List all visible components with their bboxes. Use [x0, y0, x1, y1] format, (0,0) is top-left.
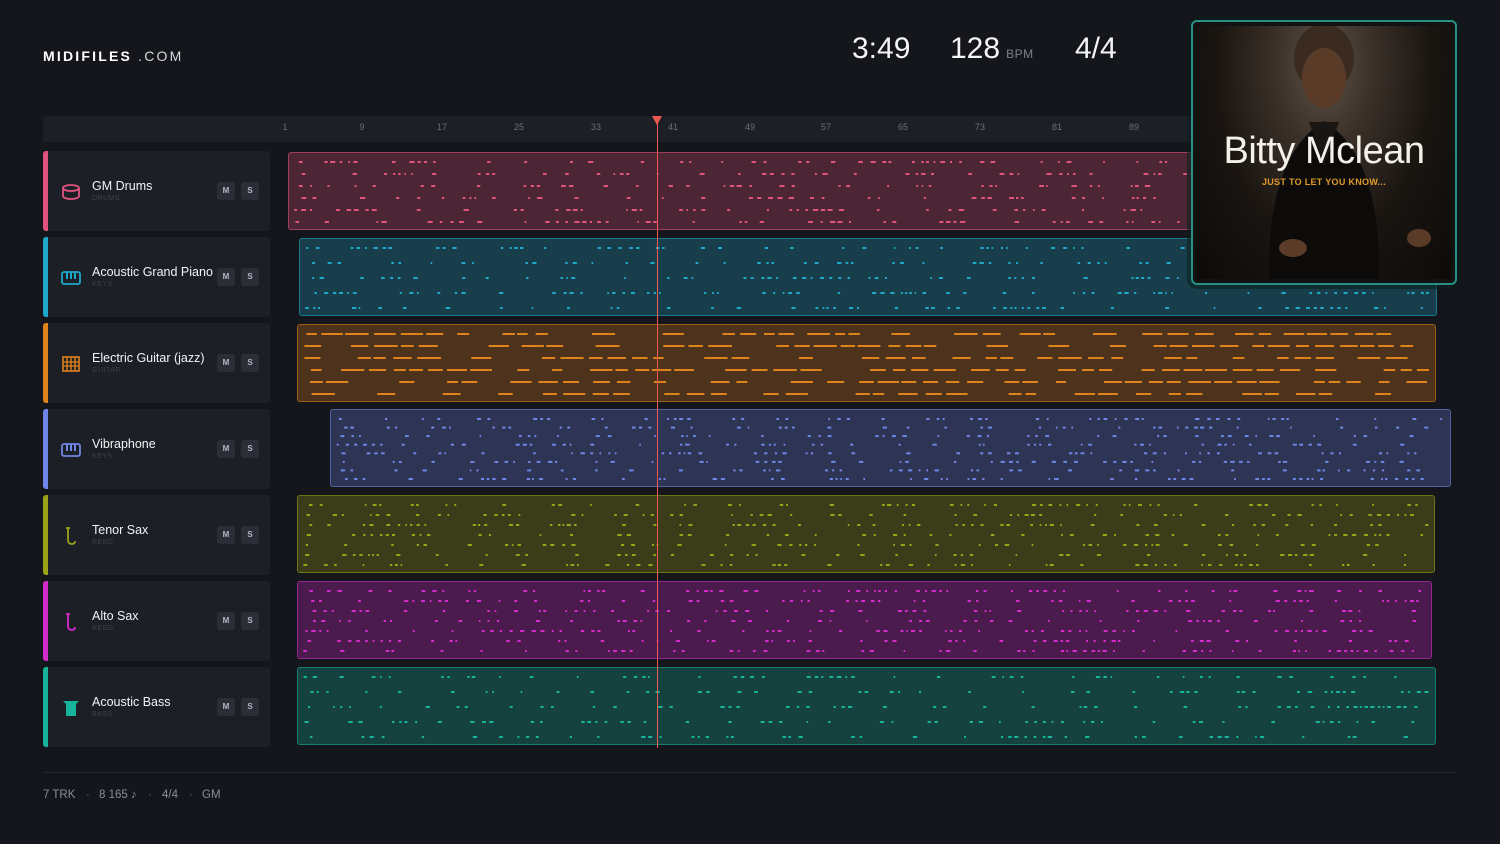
- footer-track-count: 7 TRK: [43, 789, 76, 801]
- playhead-marker-icon[interactable]: [652, 116, 662, 125]
- footer-separator: ·: [148, 789, 152, 801]
- footer-divider: [43, 772, 1456, 773]
- album-artist: Bitty Mclean: [1223, 130, 1425, 172]
- playhead-line[interactable]: [657, 116, 658, 748]
- footer-note-count: 8 165 ♪: [99, 789, 137, 801]
- album-cover: Bitty Mclean JUST TO LET YOU KNOW...: [1191, 20, 1457, 285]
- footer-midi-standard: GM: [202, 789, 221, 801]
- footer-separator: ·: [189, 789, 193, 801]
- footer-time-signature: 4/4: [162, 789, 178, 801]
- album-title: JUST TO LET YOU KNOW...: [1261, 177, 1387, 187]
- footer-separator: ·: [86, 789, 90, 801]
